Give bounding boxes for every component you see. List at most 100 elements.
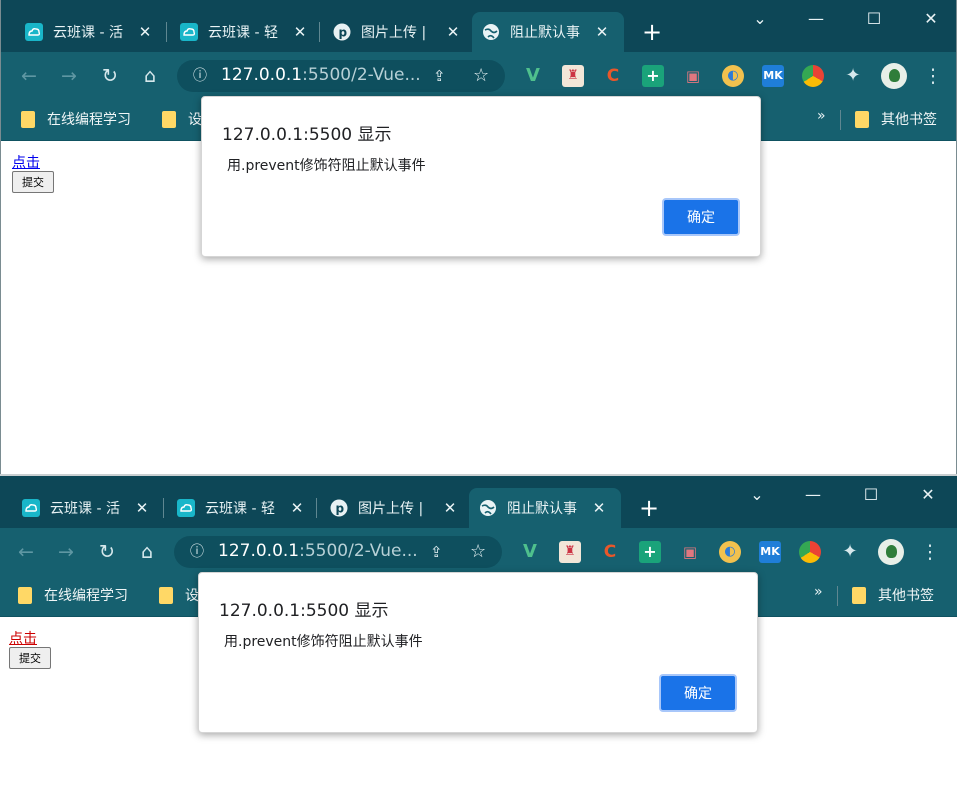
forward-icon[interactable]: →	[57, 64, 81, 88]
tab-yunbanke-2[interactable]: 云班课 - 轻 ✕	[167, 488, 305, 528]
bookmark-folder-second[interactable]: 设	[162, 108, 202, 130]
address-bar[interactable]: ⓘ 127.0.0.1:5500/2-Vue... ⇪ ☆	[177, 60, 505, 92]
maximize-icon[interactable]: ☐	[858, 484, 884, 506]
chrome-ring-icon[interactable]	[802, 65, 824, 87]
bookmark-folder-coding[interactable]: 在线编程学习	[18, 584, 128, 606]
alert-dialog: 127.0.0.1:5500 显示 用.prevent修饰符阻止默认事件 确定	[201, 96, 761, 257]
mk-icon[interactable]: MK	[759, 541, 781, 563]
close-window-icon[interactable]: ✕	[918, 8, 944, 30]
tab-yunbanke-2[interactable]: 云班课 - 轻 ✕	[170, 12, 308, 52]
tab-prevent-default[interactable]: 阻止默认事 ✕	[472, 12, 624, 52]
back-icon[interactable]: ←	[14, 540, 38, 564]
bookmark-label: 其他书签	[881, 112, 937, 128]
bookmark-star-icon[interactable]: ☆	[473, 65, 489, 86]
tab-yunbanke-1[interactable]: 云班课 - 活 ✕	[15, 12, 153, 52]
tab-yunbanke-1[interactable]: 云班课 - 活 ✕	[12, 488, 150, 528]
tab-divider	[316, 498, 317, 518]
bird-icon[interactable]: ◐	[719, 541, 741, 563]
reload-icon[interactable]: ↻	[95, 540, 119, 564]
vue-devtools-icon[interactable]: V	[522, 65, 544, 87]
ok-button[interactable]: 确定	[659, 674, 737, 712]
close-window-icon[interactable]: ✕	[915, 484, 941, 506]
tab-divider	[163, 498, 164, 518]
new-tab-button[interactable]: +	[635, 494, 663, 522]
bookmark-folder-other[interactable]: 其他书签	[855, 108, 937, 130]
site-info-icon[interactable]: ⓘ	[188, 543, 206, 561]
submit-button[interactable]: 提交	[9, 647, 51, 669]
menu-icon[interactable]: ⋮	[918, 540, 942, 564]
close-tab-icon[interactable]: ✕	[594, 24, 610, 40]
fe-helper-icon[interactable]: ♜	[562, 65, 584, 87]
menu-icon[interactable]: ⋮	[921, 64, 945, 88]
folder-icon	[162, 110, 176, 128]
tab-image-upload[interactable]: p 图片上传 | ✕	[323, 12, 461, 52]
fe-helper-icon[interactable]: ♜	[559, 541, 581, 563]
new-tab-button[interactable]: +	[638, 18, 666, 46]
bird-icon[interactable]: ◐	[722, 65, 744, 87]
close-tab-icon[interactable]: ✕	[134, 500, 150, 516]
bookmark-folder-other[interactable]: 其他书签	[852, 584, 934, 606]
url-path: :5500/2-Vue...	[299, 541, 418, 561]
url-text[interactable]: 127.0.0.1:5500/2-Vue...	[221, 65, 431, 85]
avatar[interactable]	[881, 63, 907, 89]
click-link[interactable]: 点击	[9, 628, 37, 648]
tv-icon[interactable]: ▣	[679, 541, 701, 563]
cloud-icon	[177, 499, 195, 517]
close-tab-icon[interactable]: ✕	[445, 24, 461, 40]
chrome-ring-icon[interactable]	[799, 541, 821, 563]
avatar[interactable]	[878, 539, 904, 565]
reload-icon[interactable]: ↻	[98, 64, 122, 88]
bookmarks-overflow-icon[interactable]: »	[817, 108, 826, 124]
share-icon[interactable]: ⇪	[433, 67, 446, 85]
close-tab-icon[interactable]: ✕	[137, 24, 153, 40]
tab-prevent-default[interactable]: 阻止默认事 ✕	[469, 488, 621, 528]
tab-search-icon[interactable]: ⌄	[744, 484, 770, 506]
close-tab-icon[interactable]: ✕	[591, 500, 607, 516]
home-icon[interactable]: ⌂	[138, 64, 162, 88]
alert-dialog: 127.0.0.1:5500 显示 用.prevent修饰符阻止默认事件 确定	[198, 572, 758, 733]
c-plugin-icon[interactable]: C	[599, 541, 621, 563]
tab-title: 云班课 - 活	[53, 25, 123, 41]
puzzle-icon[interactable]: ✦	[842, 65, 864, 87]
submit-button[interactable]: 提交	[12, 171, 54, 193]
bookmarks-overflow-icon[interactable]: »	[814, 584, 823, 600]
close-tab-icon[interactable]: ✕	[292, 24, 308, 40]
plus-square-icon[interactable]: +	[639, 541, 661, 563]
home-icon[interactable]: ⌂	[135, 540, 159, 564]
share-icon[interactable]: ⇪	[430, 543, 443, 561]
toolbar: ← → ↻ ⌂ ⓘ 127.0.0.1:5500/2-Vue... ⇪ ☆ V …	[0, 528, 957, 576]
site-info-icon[interactable]: ⓘ	[191, 67, 209, 85]
minimize-icon[interactable]: —	[800, 484, 826, 506]
close-tab-icon[interactable]: ✕	[442, 500, 458, 516]
tab-title: 云班课 - 轻	[205, 501, 275, 517]
globe-icon	[482, 23, 500, 41]
tab-image-upload[interactable]: p 图片上传 | ✕	[320, 488, 458, 528]
tab-search-icon[interactable]: ⌄	[747, 8, 773, 30]
bookmark-folder-second[interactable]: 设	[159, 584, 199, 606]
tab-title: 图片上传 |	[361, 25, 427, 41]
forward-icon[interactable]: →	[54, 540, 78, 564]
plus-square-icon[interactable]: +	[642, 65, 664, 87]
bookmark-star-icon[interactable]: ☆	[470, 541, 486, 562]
url-text[interactable]: 127.0.0.1:5500/2-Vue...	[218, 541, 428, 561]
minimize-icon[interactable]: —	[803, 8, 829, 30]
bookmark-folder-coding[interactable]: 在线编程学习	[21, 108, 131, 130]
close-tab-icon[interactable]: ✕	[289, 500, 305, 516]
c-plugin-icon[interactable]: C	[602, 65, 624, 87]
url-host: 127.0.0.1	[221, 65, 303, 85]
tab-strip: 云班课 - 活 ✕ 云班课 - 轻 ✕ p 图片上传 | ✕ 阻止默认事 ✕ +	[1, 0, 956, 52]
mk-icon[interactable]: MK	[762, 65, 784, 87]
back-icon[interactable]: ←	[17, 64, 41, 88]
vue-devtools-icon[interactable]: V	[519, 541, 541, 563]
address-bar[interactable]: ⓘ 127.0.0.1:5500/2-Vue... ⇪ ☆	[174, 536, 502, 568]
cloud-icon	[22, 499, 40, 517]
maximize-icon[interactable]: ☐	[861, 8, 887, 30]
bookmark-label: 设	[185, 588, 199, 604]
puzzle-icon[interactable]: ✦	[839, 541, 861, 563]
ok-button[interactable]: 确定	[662, 198, 740, 236]
p-logo-icon: p	[330, 499, 348, 517]
tv-icon[interactable]: ▣	[682, 65, 704, 87]
tab-title: 云班课 - 活	[50, 501, 120, 517]
click-link[interactable]: 点击	[12, 152, 40, 172]
svg-text:p: p	[339, 26, 348, 40]
